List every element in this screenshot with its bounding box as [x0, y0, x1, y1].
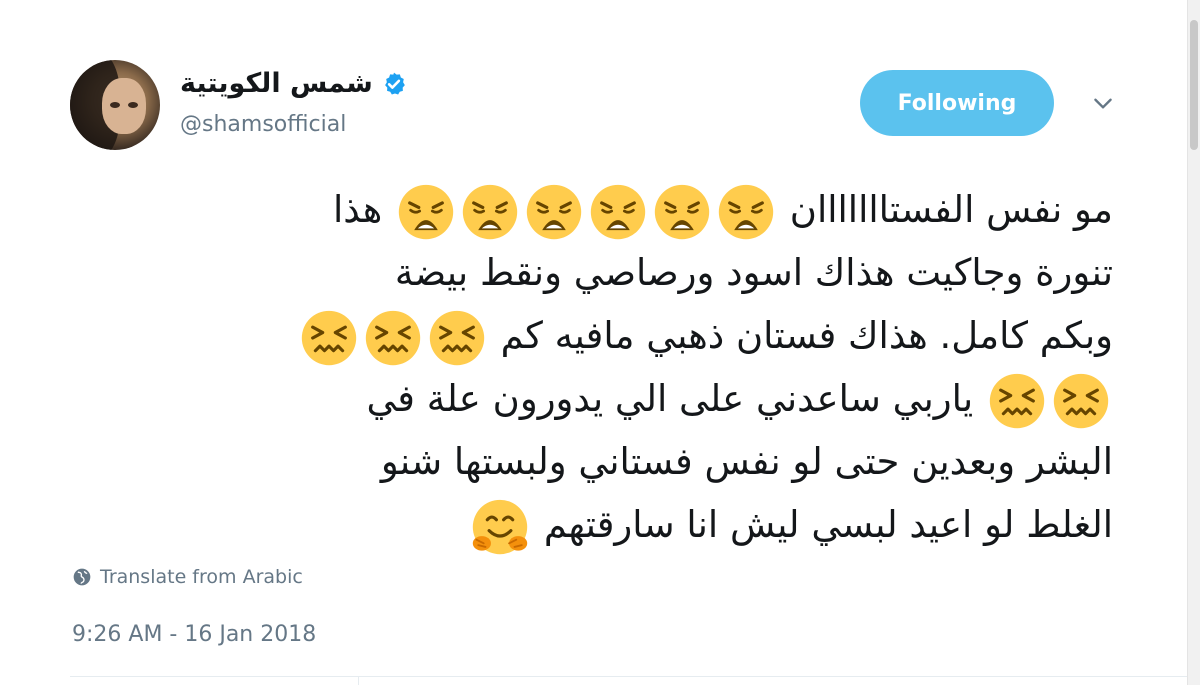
confounded-face-icon [301, 310, 357, 365]
tweet-line: الغلط لو اعيد لبسي ليش انا سارقتهم [115, 493, 1113, 556]
display-name[interactable]: شمس الكويتية [180, 68, 373, 99]
weary-face-icon [590, 184, 646, 239]
weary-face-icon [398, 184, 454, 239]
following-button[interactable]: Following [860, 70, 1054, 136]
tweet-text-segment: هذا [333, 188, 395, 231]
confounded-face-icon [429, 310, 485, 365]
chevron-down-icon[interactable] [1090, 90, 1116, 116]
verified-badge-icon [384, 72, 405, 95]
scrollbar-thumb[interactable] [1190, 20, 1198, 150]
translate-label[interactable]: Translate from Arabic [100, 566, 303, 588]
tweet-text-segment: ياربي ساعدني على الي يدورون علة في [366, 377, 985, 420]
avatar[interactable] [70, 60, 160, 150]
tweet-line: وبكم كامل. هذاك فستان ذهبي مافيه كم [115, 304, 1113, 367]
scrollbar[interactable] [1187, 0, 1200, 685]
divider [70, 676, 1200, 677]
weary-face-icon [718, 184, 774, 239]
tweet-text-segment: وبكم كامل. هذاك فستان ذهبي مافيه كم [488, 314, 1113, 357]
tweet-text-segment: تنورة وجاكيت هذاك اسود ورصاصي ونقط بيضة [394, 251, 1113, 294]
divider [358, 676, 359, 685]
weary-face-icon [462, 184, 518, 239]
tweet-text-segment: الغلط لو اعيد لبسي ليش انا سارقتهم [532, 503, 1113, 546]
translate-link[interactable]: Translate from Arabic [72, 566, 303, 588]
weary-face-icon [526, 184, 582, 239]
weary-face-icon [654, 184, 710, 239]
user-name-row[interactable]: شمس الكويتية [180, 68, 407, 99]
tweet-text-segment: مو نفس الفستااااااان [778, 188, 1113, 231]
tweet-line: ياربي ساعدني على الي يدورون علة في [115, 367, 1113, 430]
confounded-face-icon [1053, 373, 1109, 428]
globe-icon [73, 568, 91, 586]
user-handle[interactable]: @shamsofficial [180, 112, 346, 137]
tweet-text: مو نفس الفستااااااان هذا تنورة وجاكيت هذا… [115, 178, 1113, 556]
tweet-timestamp[interactable]: 9:26 AM - 16 Jan 2018 [72, 622, 316, 647]
tweet-text-segment: البشر وبعدين حتى لو نفس فستاني ولبستها ش… [380, 440, 1113, 483]
confounded-face-icon [989, 373, 1045, 428]
confounded-face-icon [365, 310, 421, 365]
hugging-face-icon [472, 499, 528, 554]
tweet-line: تنورة وجاكيت هذاك اسود ورصاصي ونقط بيضة [115, 241, 1113, 304]
tweet-line: البشر وبعدين حتى لو نفس فستاني ولبستها ش… [115, 430, 1113, 493]
tweet-line: مو نفس الفستااااااان هذا [115, 178, 1113, 241]
